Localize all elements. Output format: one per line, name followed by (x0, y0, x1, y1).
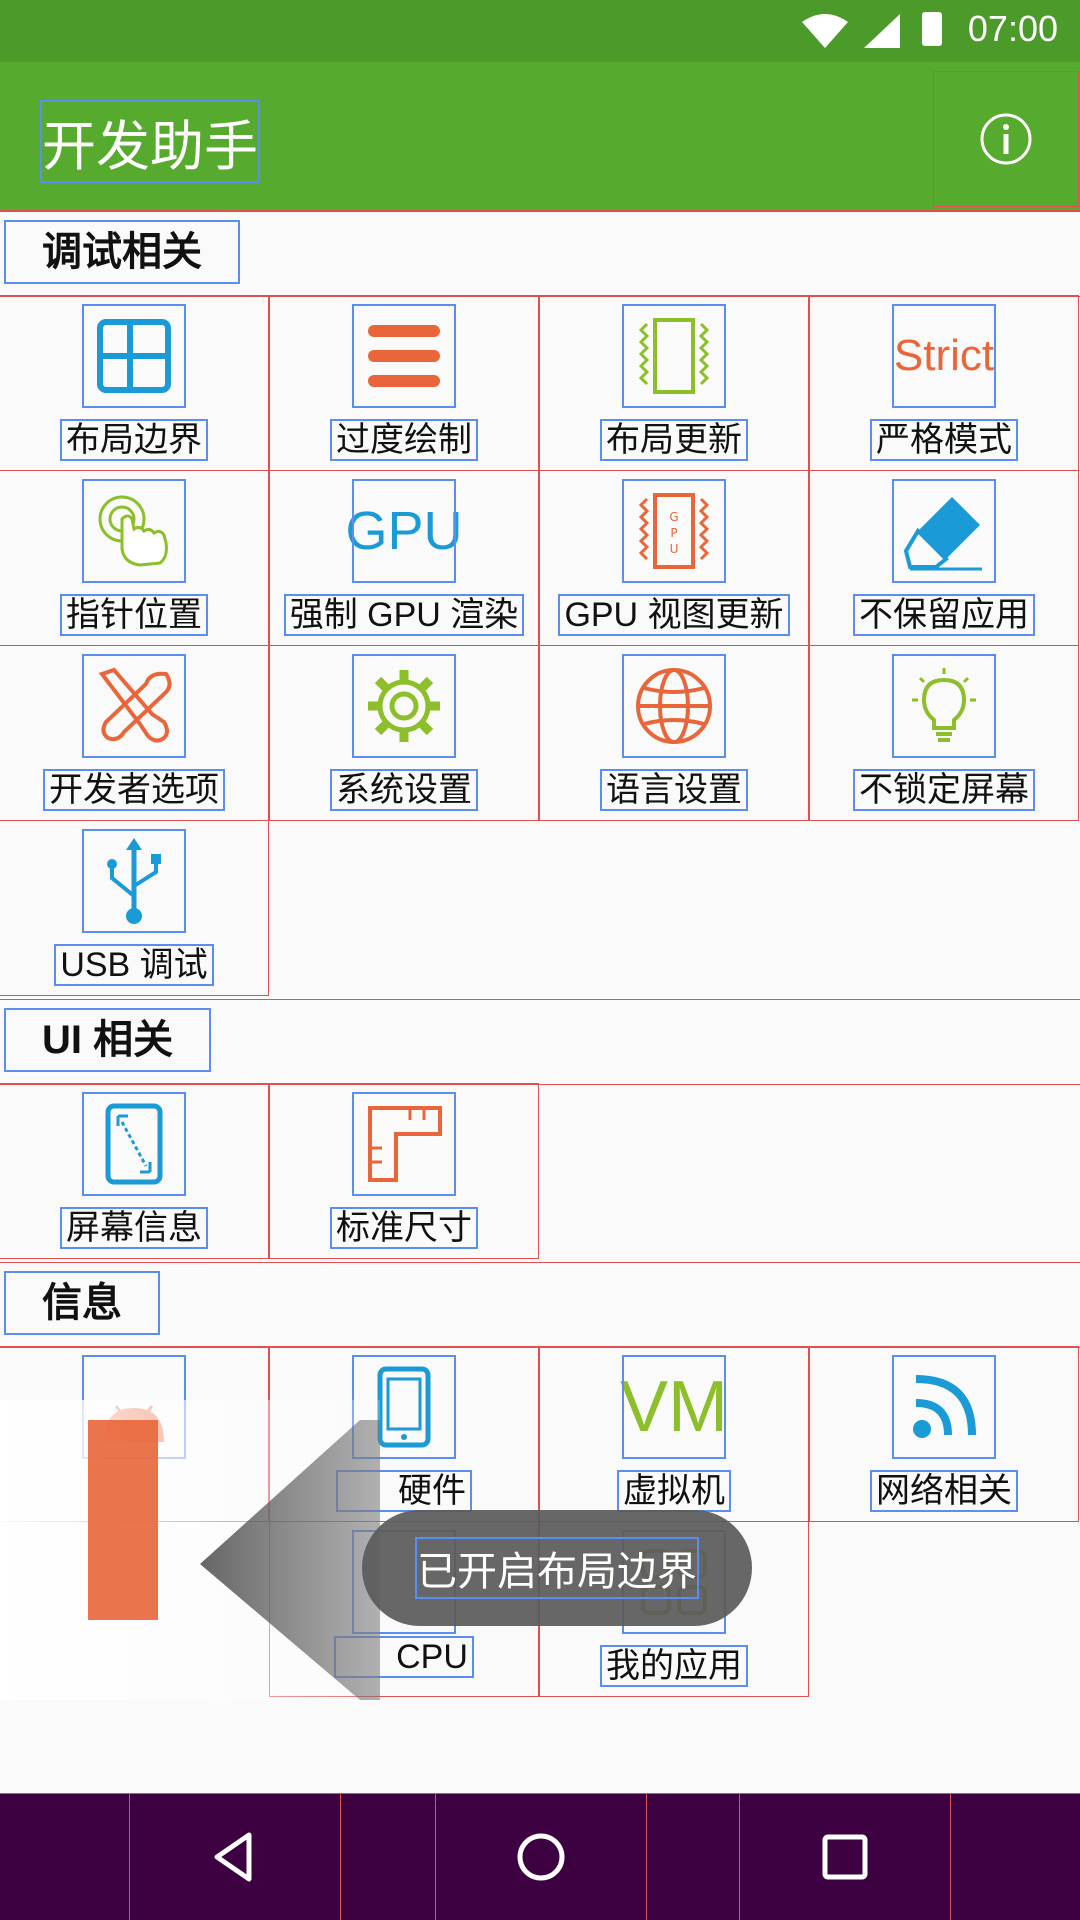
home-button[interactable] (435, 1793, 647, 1920)
battery-icon (922, 12, 942, 46)
tool-layout-update[interactable]: 布局更新 (539, 295, 809, 471)
wifi-icon (802, 14, 848, 48)
ruler-icon (352, 1092, 456, 1196)
usb-icon (82, 829, 186, 933)
tool-standard-size[interactable]: 标准尺寸 (269, 1083, 539, 1259)
recents-icon (822, 1834, 868, 1880)
tool-label: 网络相关 (870, 1470, 1018, 1512)
tool-stay-awake[interactable]: 不锁定屏幕 (809, 645, 1079, 821)
strict-text-icon: Strict (892, 304, 996, 408)
tool-label: 语言设置 (600, 769, 748, 811)
app-title: 开发助手 (40, 100, 260, 183)
section-info: 信息 (0, 1262, 1080, 1348)
tool-label: 指针位置 (60, 594, 208, 636)
tool-developer-options[interactable]: 开发者选项 (0, 645, 269, 821)
section-ui: UI 相关 (0, 999, 1080, 1085)
tool-label: 标准尺寸 (330, 1207, 478, 1249)
layout-grid-icon (82, 304, 186, 408)
svg-text:P: P (670, 526, 677, 540)
info-icon (980, 113, 1032, 165)
tool-pointer-location[interactable]: 指针位置 (0, 470, 269, 646)
rss-icon (892, 1355, 996, 1459)
globe-icon (622, 654, 726, 758)
hand-pointer-icon (82, 479, 186, 583)
tool-strict-mode[interactable]: Strict 严格模式 (809, 295, 1079, 471)
tool-label: 过度绘制 (330, 419, 478, 461)
tool-label: 不保留应用 (853, 594, 1035, 636)
tool-label: 开发者选项 (43, 769, 225, 811)
tool-overdraw[interactable]: 过度绘制 (269, 295, 539, 471)
svg-text:U: U (670, 542, 679, 556)
toast-message: 已开启布局边界 (362, 1510, 752, 1626)
tool-label: 强制 GPU 渲染 (283, 594, 525, 636)
tool-gpu-view-update[interactable]: GPU GPU 视图更新 (539, 470, 809, 646)
status-time: 07:00 (967, 8, 1058, 49)
swipe-gesture-overlay (0, 1400, 380, 1700)
back-icon (214, 1832, 252, 1882)
gear-icon (352, 654, 456, 758)
chip-outline-icon (622, 304, 726, 408)
phone-screen-icon (82, 1092, 186, 1196)
tool-label: 系统设置 (330, 769, 478, 811)
tools-icon (82, 654, 186, 758)
tool-layout-bounds[interactable]: 布局边界 (0, 295, 269, 471)
tool-label: 屏幕信息 (60, 1207, 208, 1249)
tool-label: 布局更新 (600, 419, 748, 461)
tool-language-settings[interactable]: 语言设置 (539, 645, 809, 821)
home-icon (517, 1833, 565, 1881)
tool-usb-debugging[interactable]: USB 调试 (0, 820, 269, 996)
section-title: 调试相关 (4, 220, 240, 284)
navigation-bar (0, 1793, 1080, 1920)
lightbulb-icon (892, 654, 996, 758)
app-bar: 开发助手 (0, 61, 1080, 211)
eraser-icon (892, 479, 996, 583)
section-debug: 调试相关 (0, 211, 1080, 297)
section-title: UI 相关 (3, 1008, 212, 1072)
tool-network[interactable]: 网络相关 (809, 1346, 1079, 1522)
tool-label: 我的应用 (600, 1645, 748, 1687)
tool-force-gpu[interactable]: GPU 强制 GPU 渲染 (269, 470, 539, 646)
menu-lines-icon (352, 304, 456, 408)
svg-text:G: G (669, 510, 678, 524)
status-bar: 07:00 (0, 0, 1080, 63)
recents-button[interactable] (739, 1793, 951, 1920)
info-button[interactable] (933, 71, 1079, 207)
tool-label: 布局边界 (60, 419, 208, 461)
tool-system-settings[interactable]: 系统设置 (269, 645, 539, 821)
tool-dont-keep-activities[interactable]: 不保留应用 (809, 470, 1079, 646)
signal-icon (864, 14, 900, 48)
gpu-chip-icon: GPU (622, 479, 726, 583)
tool-label: 严格模式 (870, 419, 1018, 461)
tool-label: USB 调试 (54, 944, 214, 986)
section-title: 信息 (4, 1271, 160, 1335)
back-button[interactable] (129, 1793, 341, 1920)
tool-label: 不锁定屏幕 (853, 769, 1035, 811)
tool-label: GPU 视图更新 (558, 594, 790, 636)
tool-label: 虚拟机 (617, 1470, 731, 1512)
vm-text-icon: VM (620, 1355, 728, 1459)
gpu-text-icon: GPU (345, 479, 463, 583)
tool-virtual-machine[interactable]: VM 虚拟机 (539, 1346, 809, 1522)
tool-screen-info[interactable]: 屏幕信息 (0, 1083, 269, 1259)
